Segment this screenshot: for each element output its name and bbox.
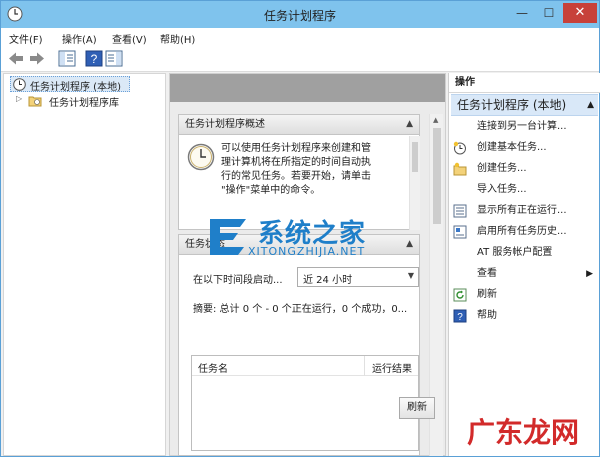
history-icon bbox=[453, 225, 467, 239]
svg-text:?: ? bbox=[91, 52, 98, 66]
title-bar[interactable]: 任务计划程序 — ☐ ✕ bbox=[1, 1, 599, 28]
action-import[interactable]: 导入任务... bbox=[453, 181, 597, 199]
clock-icon bbox=[13, 78, 26, 91]
logo-mark-icon bbox=[210, 219, 246, 255]
action-label: 创建任务... bbox=[477, 163, 527, 174]
column-result[interactable]: 运行结果 bbox=[372, 360, 412, 375]
help-icon: ? bbox=[453, 309, 467, 323]
action-view[interactable]: 查看 ▶ bbox=[453, 265, 597, 283]
close-button[interactable]: ✕ bbox=[563, 3, 597, 23]
menu-bar: 文件(F) 操作(A) 查看(V) 帮助(H) bbox=[1, 28, 599, 46]
toolbar: ? bbox=[1, 46, 599, 72]
tree-item-local[interactable]: 任务计划程序 (本地) bbox=[10, 76, 130, 93]
tree-item-library[interactable]: ▷ 任务计划程序库 bbox=[16, 93, 156, 109]
watermark-corner: 广东龙网 bbox=[467, 416, 580, 449]
scroll-thumb[interactable] bbox=[433, 128, 441, 224]
overview-text: 可以使用任务计划程序来创建和管 理计算机将在所指定的时间自动执 行的常见任务。若… bbox=[221, 142, 409, 198]
action-connect[interactable]: 连接到另一台计算... bbox=[453, 118, 597, 136]
column-divider bbox=[364, 356, 365, 376]
column-task-name[interactable]: 任务名 bbox=[198, 360, 228, 375]
minimize-button[interactable]: — bbox=[509, 3, 535, 23]
maximize-button[interactable]: ☐ bbox=[536, 3, 562, 23]
action-show-running[interactable]: 显示所有正在运行... bbox=[453, 202, 597, 220]
chevron-down-icon: ▼ bbox=[407, 271, 414, 280]
status-section: 任务状态 ▲ 在以下时间段启动... 近 24 小时 ▼ 摘要: 总计 0 个 … bbox=[178, 234, 420, 456]
period-label: 在以下时间段启动... bbox=[193, 275, 283, 286]
action-label: 帮助 bbox=[477, 310, 497, 321]
action-label: 连接到另一台计算... bbox=[477, 121, 567, 132]
action-label: 创建基本任务... bbox=[477, 142, 547, 153]
action-label: AT 服务帐户配置 bbox=[477, 247, 553, 258]
action-label: 查看 bbox=[477, 268, 497, 279]
action-label: 刷新 bbox=[477, 289, 497, 300]
app-window: 任务计划程序 — ☐ ✕ 文件(F) 操作(A) 查看(V) 帮助(H) ? 任… bbox=[0, 0, 600, 457]
submenu-arrow-icon: ▶ bbox=[586, 269, 593, 279]
clock-star-icon bbox=[453, 141, 466, 155]
overview-line: "操作"菜单中的命令。 bbox=[221, 185, 321, 196]
svg-text:?: ? bbox=[457, 312, 463, 323]
clock-icon bbox=[187, 143, 215, 171]
scroll-up-icon[interactable]: ▲ bbox=[433, 116, 438, 124]
period-select[interactable]: 近 24 小时 ▼ bbox=[297, 267, 419, 287]
status-summary: 摘要: 总计 0 个 - 0 个正在运行，0 个成功，0... bbox=[193, 304, 408, 315]
overview-line: 可以使用任务计划程序来创建和管 bbox=[221, 143, 371, 154]
actions-header: 操作 bbox=[449, 73, 600, 93]
center-header-bar bbox=[170, 74, 445, 102]
forward-arrow-icon[interactable] bbox=[28, 50, 46, 67]
overview-line: 理计算机将在所指定的时间自动执 bbox=[221, 157, 371, 168]
menu-help[interactable]: 帮助(H) bbox=[160, 31, 195, 46]
overview-line: 行的常见任务。若要开始，请单击 bbox=[221, 171, 371, 182]
tree-item-label: 任务计划程序库 bbox=[49, 98, 119, 109]
list-icon bbox=[453, 204, 467, 218]
task-table: 任务名 运行结果 bbox=[191, 355, 419, 451]
action-help[interactable]: ? 帮助 bbox=[453, 307, 597, 325]
table-header: 任务名 运行结果 bbox=[192, 356, 418, 376]
group-title: 任务计划程序 (本地) bbox=[457, 98, 567, 112]
scroll-thumb[interactable] bbox=[412, 142, 418, 172]
menu-file[interactable]: 文件(F) bbox=[9, 31, 43, 46]
action-label: 显示所有正在运行... bbox=[477, 205, 567, 216]
action-label: 导入任务... bbox=[477, 184, 527, 195]
refresh-icon bbox=[453, 288, 467, 302]
menu-view[interactable]: 查看(V) bbox=[112, 31, 147, 46]
help-icon[interactable]: ? bbox=[85, 50, 103, 67]
action-label: 启用所有任务历史... bbox=[477, 226, 567, 237]
collapse-arrow-icon[interactable]: ▲ bbox=[587, 95, 594, 116]
action-at-account[interactable]: AT 服务帐户配置 bbox=[453, 244, 597, 262]
action-create-basic[interactable]: 创建基本任务... bbox=[453, 139, 597, 157]
tree-item-label: 任务计划程序 (本地) bbox=[30, 82, 121, 93]
actions-group-local[interactable]: 任务计划程序 (本地) ▲ bbox=[451, 94, 598, 116]
refresh-button[interactable]: 刷新 bbox=[399, 397, 435, 419]
action-enable-history[interactable]: 启用所有任务历史... bbox=[453, 223, 597, 241]
overview-header[interactable]: 任务计划程序概述 ▲ bbox=[179, 115, 419, 135]
collapse-arrow-icon[interactable]: ▲ bbox=[406, 115, 413, 134]
expand-arrow-icon[interactable]: ▷ bbox=[16, 94, 22, 103]
folder-star-icon bbox=[453, 162, 467, 176]
console-tree-icon[interactable] bbox=[58, 50, 76, 67]
console-tree: 任务计划程序 (本地) ▷ 任务计划程序库 bbox=[3, 73, 166, 456]
period-value: 近 24 小时 bbox=[303, 275, 353, 286]
folder-icon bbox=[28, 96, 42, 107]
watermark-logo: 系统之家 XITONGZHIJIA.NET bbox=[206, 211, 421, 267]
watermark-url: XITONGZHIJIA.NET bbox=[248, 245, 366, 258]
action-create-task[interactable]: 创建任务... bbox=[453, 160, 597, 178]
menu-action[interactable]: 操作(A) bbox=[62, 31, 97, 46]
action-refresh[interactable]: 刷新 bbox=[453, 286, 597, 304]
action-pane-icon[interactable] bbox=[105, 50, 123, 67]
actions-pane: 操作 任务计划程序 (本地) ▲ 连接到另一台计算... 创建基本任务... 创… bbox=[448, 73, 600, 456]
back-arrow-icon[interactable] bbox=[7, 50, 25, 67]
section-title: 任务计划程序概述 bbox=[185, 119, 265, 130]
